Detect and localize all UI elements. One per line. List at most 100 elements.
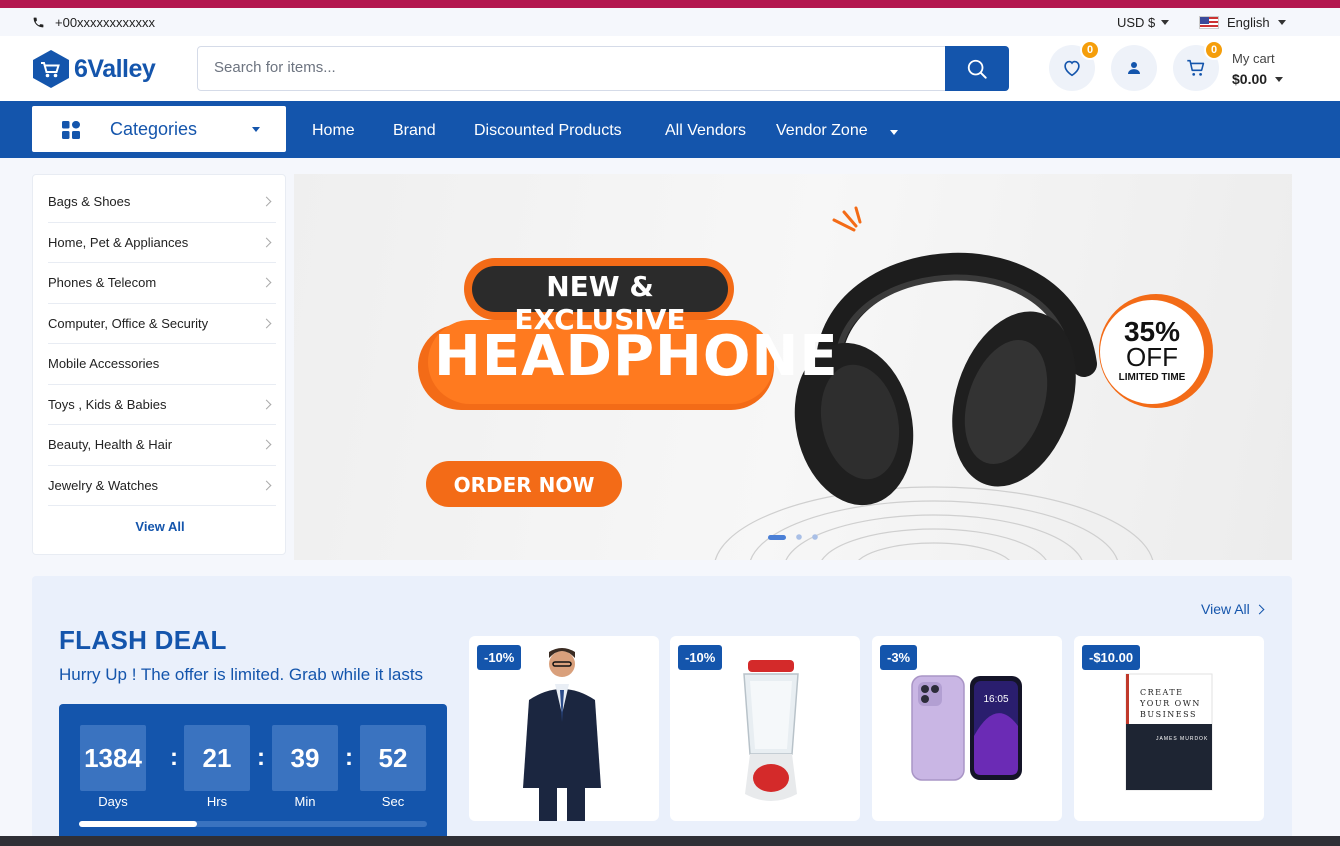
chevron-right-icon: [261, 318, 272, 329]
book-author: JAMES MURDOK: [1156, 736, 1209, 742]
flash-view-all-link[interactable]: View All: [1201, 601, 1265, 617]
chevron-right-icon: [261, 277, 272, 288]
discount-badge: -$10.00: [1082, 645, 1141, 670]
header: 6Valley 0 0 My cart $0.00: [0, 36, 1340, 101]
phone-contact[interactable]: +00xxxxxxxxxxxx: [32, 15, 155, 30]
phone-icon: [33, 17, 44, 28]
chevron-down-icon: [1275, 76, 1284, 82]
language-label: English: [1227, 15, 1270, 30]
wishlist-count-badge: 0: [1080, 40, 1100, 60]
nav-brand[interactable]: Brand: [393, 122, 436, 140]
sidebar-item-phones[interactable]: Phones & Telecom: [48, 263, 276, 304]
product-card-suit[interactable]: -10%: [469, 636, 659, 821]
hero-banner[interactable]: NEW & EXCLUSIVE HEADPHONE ORDER NOW 35% …: [294, 174, 1292, 560]
phone-screen-time: 16:05: [983, 694, 1009, 705]
discount-badge: -3%: [880, 645, 918, 670]
sidebar-item-computer[interactable]: Computer, Office & Security: [48, 304, 276, 344]
timer-separator: :: [257, 744, 265, 771]
phone-number: +00xxxxxxxxxxxx: [55, 15, 156, 30]
timer-seconds: 52: [360, 725, 426, 791]
account-button[interactable]: [1111, 45, 1157, 91]
category-sidebar: Bags & Shoes Home, Pet & Appliances Phon…: [32, 174, 286, 555]
sidebar-item-label: Bags & Shoes: [48, 194, 131, 210]
chevron-right-icon: [261, 439, 272, 450]
timer-progress-fill: [79, 821, 198, 827]
timer-hours: 21: [184, 725, 250, 791]
currency-label: USD $: [1117, 15, 1156, 30]
slide-dot-active[interactable]: [768, 535, 786, 540]
language-selector[interactable]: English: [1199, 15, 1286, 30]
product-card-phone[interactable]: -3% 16:05: [872, 636, 1062, 821]
book-title-line: CREATE: [1140, 688, 1184, 697]
flash-view-all-label: View All: [1201, 601, 1250, 617]
cart-icon: [1187, 59, 1205, 76]
slide-dot[interactable]: [812, 534, 818, 540]
timer-minutes: 39: [272, 725, 338, 791]
product-card-blender[interactable]: -10%: [670, 636, 860, 821]
sidebar-item-label: Mobile Accessories: [48, 356, 160, 372]
timer-seconds-label: Sec: [381, 794, 405, 809]
heart-icon: [1064, 60, 1080, 77]
sidebar-item-label: Home, Pet & Appliances: [48, 234, 189, 250]
sidebar-item-mobile-accessories[interactable]: Mobile Accessories: [48, 344, 276, 385]
timer-minutes-label: Min: [294, 794, 316, 809]
slide-dot[interactable]: [796, 534, 802, 540]
chevron-down-icon: [1277, 20, 1286, 25]
chevron-right-icon: [261, 399, 272, 410]
grid-icon: [62, 121, 80, 139]
cart-summary[interactable]: My cart $0.00: [1232, 49, 1284, 89]
search-input[interactable]: [214, 59, 914, 76]
order-now-button[interactable]: ORDER NOW: [426, 473, 622, 497]
logo[interactable]: 6Valley: [32, 49, 156, 89]
sidebar-item-bags-shoes[interactable]: Bags & Shoes: [48, 182, 276, 223]
discount-badge: -10%: [678, 645, 723, 670]
sidebar-item-home-pet[interactable]: Home, Pet & Appliances: [48, 223, 276, 263]
flash-deal-section: View All FLASH DEAL Hurry Up ! The offer…: [32, 576, 1292, 846]
timer-days: 1384: [80, 725, 146, 791]
user-icon: [1128, 62, 1140, 74]
sidebar-item-label: Toys , Kids & Babies: [48, 396, 167, 412]
categories-button[interactable]: Categories: [32, 106, 286, 152]
top-accent-strip: [0, 0, 1340, 8]
nav-discounted-products[interactable]: Discounted Products: [474, 122, 622, 140]
nav-vendor-zone[interactable]: Vendor Zone: [776, 122, 868, 140]
logo-text: 6Valley: [74, 54, 156, 83]
book-title-line: YOUR OWN: [1140, 699, 1201, 708]
timer-days-label: Days: [98, 794, 128, 809]
chevron-right-icon: [261, 480, 272, 491]
categories-label: Categories: [110, 119, 198, 139]
chevron-down-icon[interactable]: [890, 130, 898, 135]
taskbar-strip: [0, 836, 1340, 846]
flash-deal-title: FLASH DEAL: [59, 625, 227, 655]
offer-word: OFF: [1126, 342, 1178, 372]
chevron-down-icon: [1161, 20, 1170, 25]
book-title-line: BUSINESS: [1140, 710, 1197, 719]
search-bar: [197, 46, 1009, 91]
sidebar-item-beauty[interactable]: Beauty, Health & Hair: [48, 425, 276, 466]
nav-home[interactable]: Home: [312, 122, 355, 140]
banner-headline: HEADPHONE: [434, 324, 839, 389]
discount-badge: -10%: [477, 645, 522, 670]
search-icon: [967, 59, 987, 79]
offer-note: LIMITED TIME: [1118, 372, 1186, 383]
product-card-book[interactable]: -$10.00 CREATE YOUR OWN BUSINESS JAMES M…: [1074, 636, 1264, 821]
sidebar-item-toys[interactable]: Toys , Kids & Babies: [48, 385, 276, 425]
cart-total-row: $0.00: [1232, 69, 1284, 89]
cart-total: $0.00: [1232, 71, 1268, 87]
sidebar-item-jewelry[interactable]: Jewelry & Watches: [48, 466, 276, 506]
sidebar-item-label: Beauty, Health & Hair: [48, 437, 173, 453]
logo-cart-icon: [33, 50, 69, 88]
sidebar-item-label: Phones & Telecom: [48, 275, 157, 291]
nav-all-vendors[interactable]: All Vendors: [665, 122, 746, 140]
sidebar-view-all-link[interactable]: View All: [33, 519, 287, 534]
cart-label: My cart: [1232, 51, 1275, 66]
search-button[interactable]: [945, 46, 1009, 91]
chevron-right-icon: [1254, 604, 1265, 614]
cart-count-badge: 0: [1204, 40, 1224, 60]
main-nav: Categories Home Brand Discounted Product…: [0, 101, 1340, 158]
currency-selector[interactable]: USD $: [1117, 15, 1170, 30]
timer-progress-track: [79, 821, 427, 827]
sidebar-item-label: Computer, Office & Security: [48, 315, 209, 331]
timer-separator: :: [170, 744, 178, 771]
chevron-right-icon: [261, 237, 272, 248]
